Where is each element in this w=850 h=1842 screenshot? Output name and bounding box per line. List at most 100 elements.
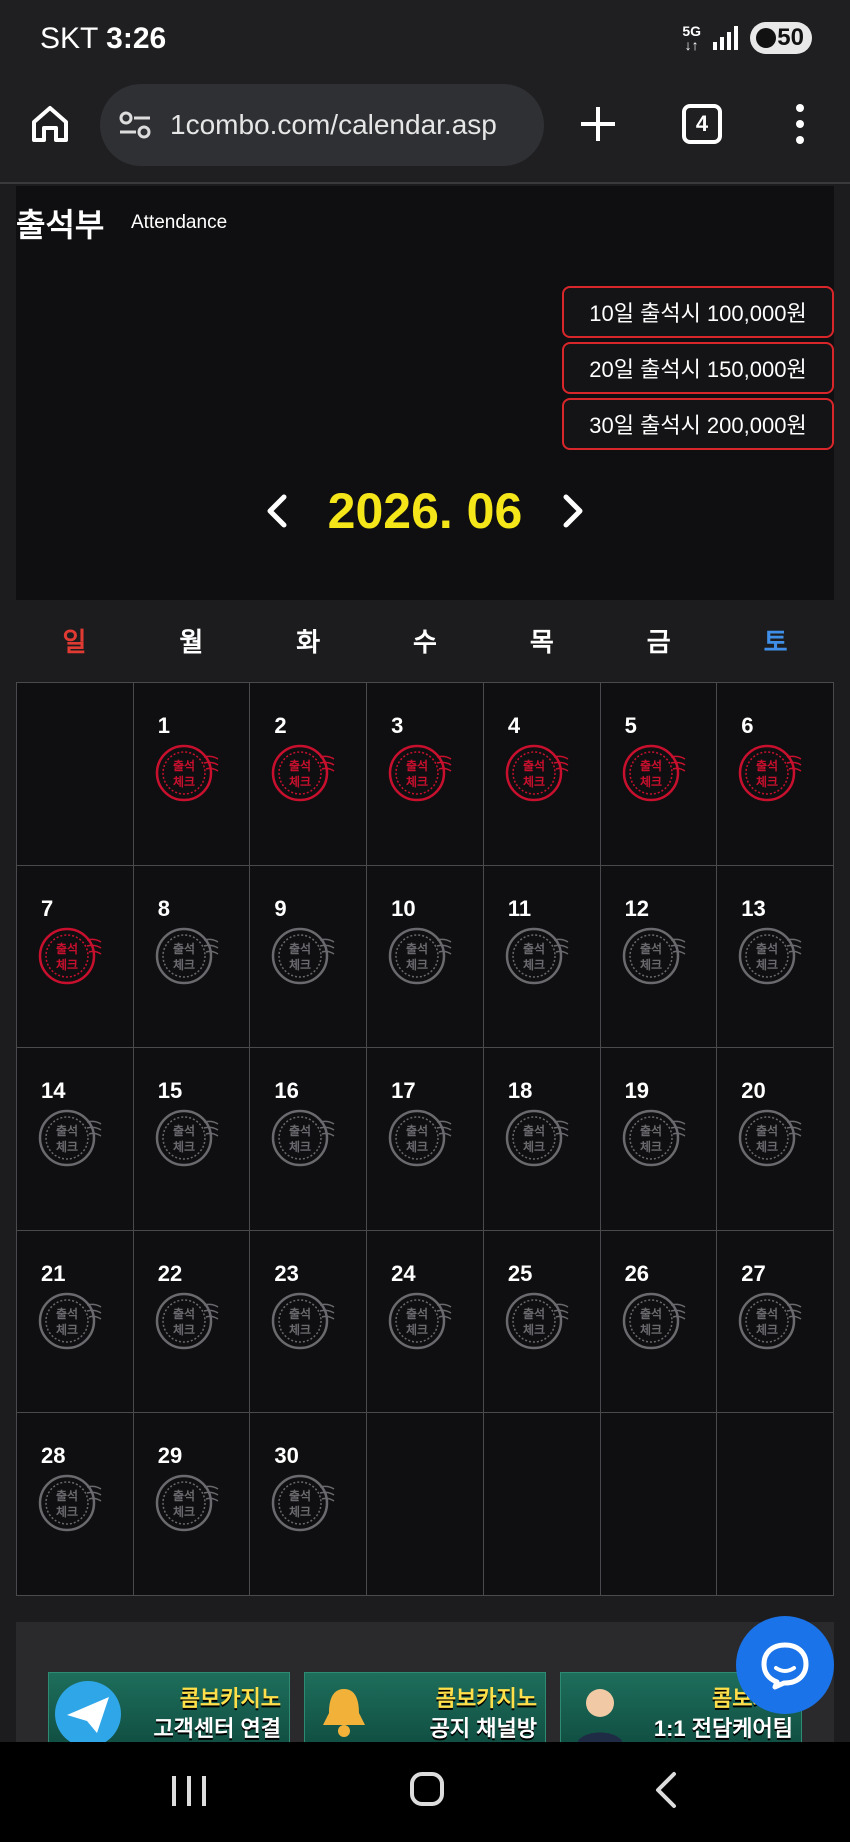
bell-icon	[323, 1689, 365, 1737]
weekday-label: 화	[296, 627, 321, 657]
calendar-grid: 1 출석 체크 2 출석 체크 3 출석 체크 4 출석 체크 5 출석 체크 6 출석 체크 7 출석 체크 8 출석 체크…	[16, 682, 834, 1596]
calendar-day-cell[interactable]: 3 출석 체크	[367, 683, 484, 866]
page-subtitle: Attendance	[131, 212, 228, 233]
calendar-day-cell[interactable]: 9 출석 체크	[250, 865, 368, 1048]
stamp-text-bottom: 체크	[173, 1139, 195, 1154]
back-icon[interactable]	[652, 1770, 682, 1810]
day-number: 23	[274, 1260, 299, 1286]
stamp-text-bottom: 체크	[640, 957, 662, 972]
stamp-text-bottom: 체크	[56, 1139, 78, 1154]
stamp-text-top: 출석	[173, 1306, 195, 1321]
status-bar: SKT 3:26 5G ↓↑ 50	[0, 0, 850, 78]
weekday-label: 수	[413, 627, 437, 657]
calendar-day-cell[interactable]: 17 출석 체크	[367, 1048, 484, 1231]
day-number: 12	[624, 895, 650, 921]
calendar-day-cell[interactable]: 6 출석 체크	[717, 683, 834, 866]
day-number: 19	[624, 1078, 650, 1103]
attendance-stamp-icon: 출석체크	[272, 1474, 335, 1532]
calendar-day-cell[interactable]: 30 출석 체크	[250, 1413, 368, 1596]
chat-button[interactable]	[736, 1616, 834, 1714]
signal-icon	[713, 26, 738, 50]
reward-20-days: 20일 출석시 150,000원	[562, 342, 834, 394]
more-menu-icon[interactable]	[790, 104, 810, 144]
calendar-day-cell[interactable]: 18 출석 체크	[483, 1048, 601, 1231]
calendar-day-cell[interactable]: 10 출석 체크	[367, 865, 484, 1048]
month-navigation: 2026. 06	[16, 476, 834, 546]
reward-30-days: 30일 출석시 200,000원	[562, 398, 834, 450]
address-bar[interactable]: 1combo.com/calendar.asp	[100, 84, 544, 166]
attendance-stamp-checked-icon: 출석체크	[622, 744, 685, 802]
day-number: 10	[391, 895, 416, 921]
site-settings-icon[interactable]	[118, 110, 152, 140]
network-icon: 5G ↓↑	[682, 23, 701, 53]
stamp-text-bottom: 체크	[289, 774, 311, 789]
attendance-stamp-icon: 출석체크	[388, 927, 452, 984]
calendar-day-cell[interactable]: 20 출석 체크	[717, 1048, 834, 1231]
stamp-text-bottom: 체크	[289, 1139, 311, 1154]
calendar-day-cell[interactable]: 2 출석 체크	[250, 683, 368, 866]
attendance-stamp-icon: 출석체크	[505, 1292, 569, 1349]
banner-strip: 콤보카지노 고객센터 연결 콤보카지노 공지 채널방 콤보카지 1:1 전담케어…	[16, 1622, 834, 1742]
calendar-empty-cell	[483, 1413, 601, 1596]
stamp-text-bottom: 체크	[640, 1139, 662, 1154]
next-month-icon[interactable]	[550, 489, 594, 533]
calendar-day-cell[interactable]: 7 출석 체크	[17, 865, 134, 1048]
home-icon[interactable]	[28, 102, 72, 146]
calendar-day-cell[interactable]: 11 출석 체크	[483, 865, 601, 1048]
customer-center-banner[interactable]: 콤보카지노 고객센터 연결	[48, 1672, 290, 1742]
calendar-day-cell[interactable]: 24 출석 체크	[367, 1230, 484, 1413]
calendar-empty-cell	[17, 683, 134, 866]
calendar-day-cell[interactable]: 15 출석 체크	[133, 1048, 251, 1231]
attendance-stamp-checked-icon: 출석체크	[388, 744, 452, 802]
stamp-text-bottom: 체크	[523, 957, 545, 972]
notice-channel-banner[interactable]: 콤보카지노 공지 채널방	[304, 1672, 546, 1742]
stamp-text-top: 출석	[56, 1123, 78, 1138]
stamp-text-bottom: 체크	[523, 774, 545, 789]
page-title: 출석부	[16, 207, 105, 243]
new-tab-icon[interactable]	[578, 104, 618, 144]
stamp-text-top: 출석	[640, 758, 662, 773]
calendar-day-cell[interactable]: 29 출석 체크	[133, 1413, 251, 1596]
weekday-label: 금	[646, 627, 671, 657]
stamp-text-top: 출석	[406, 941, 428, 956]
stamp-text-top: 출석	[289, 1306, 311, 1321]
calendar-day-cell[interactable]: 21 출석 체크	[17, 1230, 134, 1413]
calendar-day-cell[interactable]: 22 출석 체크	[133, 1230, 251, 1413]
stamp-text-bottom: 체크	[289, 957, 311, 972]
previous-month-icon[interactable]	[256, 489, 300, 533]
calendar-day-cell[interactable]: 8 출석 체크	[133, 865, 251, 1048]
calendar-day-cell[interactable]: 1 출석 체크	[133, 683, 251, 866]
day-number: 16	[274, 1078, 299, 1103]
calendar-day-cell[interactable]: 14 출석 체크	[17, 1048, 134, 1231]
stamp-text-top: 출석	[756, 941, 778, 956]
attendance-stamp-icon: 출석체크	[388, 1109, 452, 1167]
calendar-day-cell[interactable]: 4 출석 체크	[483, 683, 601, 866]
calendar-day-cell[interactable]: 19 출석 체크	[600, 1048, 718, 1231]
day-number: 11	[507, 895, 532, 921]
calendar-day-cell[interactable]: 13 출석 체크	[717, 865, 834, 1048]
calendar-day-cell[interactable]: 16 출석 체크	[250, 1048, 368, 1231]
calendar-empty-cell	[717, 1413, 834, 1596]
stamp-text-bottom: 체크	[289, 1322, 311, 1337]
calendar-day-cell[interactable]: 27 출석 체크	[717, 1230, 834, 1413]
calendar-day-cell[interactable]: 25 출석 체크	[483, 1230, 601, 1413]
system-home-icon[interactable]	[410, 1772, 444, 1806]
calendar-day-cell[interactable]: 12 출석 체크	[600, 865, 718, 1048]
tab-switcher-button[interactable]: 4	[682, 104, 722, 144]
stamp-text-bottom: 체크	[173, 1504, 195, 1519]
stamp-text-top: 출석	[523, 1306, 545, 1321]
recent-apps-icon[interactable]	[172, 1776, 206, 1806]
power-saving-icon	[756, 28, 776, 48]
url-text[interactable]: 1combo.com/calendar.asp	[170, 109, 497, 141]
calendar-day-cell[interactable]: 5 출석 체크	[600, 683, 718, 866]
stamp-text-bottom: 체크	[640, 774, 662, 789]
attendance-stamp-icon: 출석체크	[739, 1109, 802, 1167]
stamp-text-top: 출석	[523, 758, 545, 773]
calendar-empty-cell	[367, 1413, 484, 1596]
stamp-text-top: 출석	[289, 1123, 311, 1138]
stamp-text-bottom: 체크	[523, 1139, 545, 1154]
calendar-day-cell[interactable]: 28 출석 체크	[17, 1413, 134, 1596]
calendar-day-cell[interactable]: 26 출석 체크	[600, 1230, 718, 1413]
carrier-time: SKT 3:26	[40, 22, 166, 56]
calendar-day-cell[interactable]: 23 출석 체크	[250, 1230, 368, 1413]
